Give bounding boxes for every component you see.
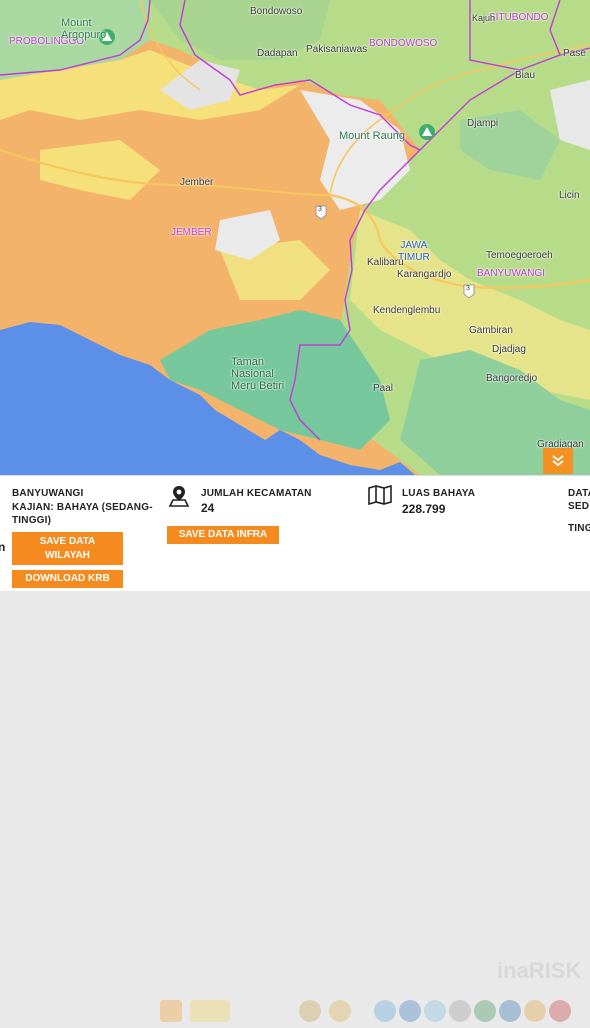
info-panel: inaRISK n BANYUWANGI KAJIAN: BAHAYA (SED… <box>0 475 590 1022</box>
label-temoegoeroeh: Temoegoeroeh <box>486 250 553 261</box>
hazard-map[interactable]: PROBOLINGGO Mount Argopuro Bondowoso BON… <box>0 0 590 475</box>
mount-raung-marker <box>419 124 435 140</box>
map-pin-icon <box>168 486 190 507</box>
label-biau: Biau <box>515 70 536 81</box>
data-label-line3: TING <box>568 523 590 534</box>
kajian-line2: TINGGI) <box>12 515 52 526</box>
label-jember-region: JEMBER <box>171 227 212 238</box>
label-gambiran: Gambiran <box>469 325 513 336</box>
label-kendenglembu: Kendenglembu <box>373 305 441 316</box>
label-licin: Licin <box>559 190 580 201</box>
label-djadjag: Djadjag <box>492 344 526 355</box>
jumlah-kecamatan-label: JUMLAH KECAMATAN <box>201 488 312 499</box>
label-karangardjo: Karangardjo <box>397 269 452 280</box>
road-shield-label: 3 <box>318 206 322 213</box>
label-djampi: Djampi <box>467 118 499 129</box>
label-bondowoso-town: Bondowoso <box>250 6 303 17</box>
inarisk-watermark: inaRISK <box>497 958 582 983</box>
jumlah-kecamatan-value: 24 <box>201 501 215 515</box>
label-banyuwangi-region: BANYUWANGI <box>477 268 545 279</box>
map-canvas[interactable] <box>0 0 590 475</box>
kajian-line1: KAJIAN: BAHAYA (SEDANG- <box>12 502 153 513</box>
label-pase: Pase <box>563 48 586 59</box>
label-bangoredjo: Bangoredjo <box>486 373 538 384</box>
label-taman-nasional-meru-betiri: Taman Nasional Meru Betiri <box>231 356 285 392</box>
luas-bahaya-label: LUAS BAHAYA <box>402 488 476 499</box>
label-jember-town: Jember <box>180 177 214 188</box>
label-dadapan: Dadapan <box>257 48 298 59</box>
label-pakisaniawas: Pakisaniawas <box>306 44 368 55</box>
road-shield-label: 3 <box>466 285 470 292</box>
label-kalibaru: Kalibaru <box>367 257 404 268</box>
double-chevron-down-icon <box>552 455 564 467</box>
left-edge-glyph: n <box>0 540 6 554</box>
label-kajuh: Kajuh <box>472 13 496 23</box>
luas-bahaya-value: 228.799 <box>402 502 446 516</box>
download-krb-button[interactable]: DOWNLOAD KRB <box>12 570 123 588</box>
label-bondowoso-region: BONDOWOSO <box>369 38 438 49</box>
data-label-line2: SED <box>568 501 590 512</box>
label-situbondo: SITUBONDO <box>489 12 549 23</box>
folded-map-icon <box>368 485 392 505</box>
collapse-panel-button[interactable] <box>543 448 573 474</box>
save-data-infra-button[interactable]: SAVE DATA INFRA <box>167 526 279 544</box>
label-mount-raung: Mount Raung <box>339 130 406 142</box>
partner-logos <box>160 1000 571 1022</box>
label-paal: Paal <box>373 383 394 394</box>
label-mount-argopuro: Mount Argopuro <box>61 17 107 41</box>
region-name: BANYUWANGI <box>12 488 84 499</box>
data-label-line1: DATA <box>568 488 590 499</box>
save-data-wilayah-button[interactable]: SAVE DATA WILAYAH <box>12 532 123 565</box>
